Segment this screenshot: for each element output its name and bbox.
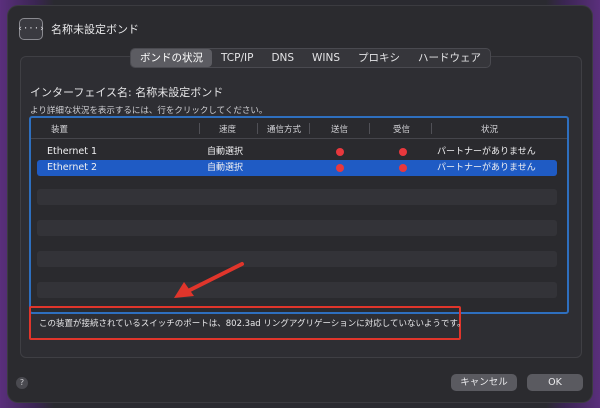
table-header: 装置 速度 通信方式 送信 受信 状況 <box>31 118 567 139</box>
device-name: Ethernet 2 <box>47 162 97 173</box>
tab-proxy[interactable]: プロキシ <box>349 49 409 67</box>
column-divider <box>369 123 370 134</box>
tab-wins[interactable]: WINS <box>303 49 349 67</box>
table-row[interactable]: Ethernet 1 自動選択 パートナーがありません <box>37 144 557 160</box>
table-row-selected[interactable]: Ethernet 2 自動選択 パートナーがありません <box>37 160 557 176</box>
send-indicator-icon <box>336 164 344 172</box>
column-header-duplex[interactable]: 通信方式 <box>267 123 301 135</box>
tab-tcpip[interactable]: TCP/IP <box>212 49 262 67</box>
tab-bar: ボンドの状況 TCP/IP DNS WINS プロキシ ハードウェア <box>130 48 492 68</box>
ok-button[interactable]: OK <box>527 374 583 391</box>
receive-indicator-icon <box>399 164 407 172</box>
notice-highlight: この装置が接続されているスイッチのポートは、802.3ad リングアグリゲーショ… <box>29 306 466 340</box>
help-button[interactable]: ? <box>16 377 28 389</box>
empty-row <box>37 282 557 298</box>
column-header-speed[interactable]: 速度 <box>219 123 236 135</box>
tab-hardware[interactable]: ハードウェア <box>409 49 490 67</box>
interface-name-label: インターフェイス名: 名称未設定ボンド <box>30 86 224 99</box>
receive-indicator-icon <box>399 148 407 156</box>
send-indicator-icon <box>336 148 344 156</box>
column-header-receive[interactable]: 受信 <box>393 123 410 135</box>
column-divider <box>257 123 258 134</box>
column-divider <box>199 123 200 134</box>
column-header-status[interactable]: 状況 <box>481 123 498 135</box>
tab-dns[interactable]: DNS <box>262 49 303 67</box>
status-text: パートナーがありません <box>437 163 536 173</box>
hint-text: より詳細な状況を表示するには、行をクリックしてください。 <box>30 106 268 116</box>
empty-row <box>37 251 557 267</box>
empty-row <box>37 220 557 236</box>
column-divider <box>431 123 432 134</box>
column-divider <box>309 123 310 134</box>
device-name: Ethernet 1 <box>47 146 97 157</box>
network-brackets-icon: ‹···› <box>17 18 45 40</box>
window-title: 名称未設定ボンド <box>51 23 139 36</box>
status-text: パートナーがありません <box>437 147 536 157</box>
lacp-notice-text: この装置が接続されているスイッチのポートは、802.3ad リングアグリゲーショ… <box>39 319 466 329</box>
column-header-device[interactable]: 装置 <box>51 123 68 135</box>
tab-bond-status[interactable]: ボンドの状況 <box>131 49 212 67</box>
speed-value: 自動選択 <box>207 163 244 173</box>
bond-member-table[interactable]: 装置 速度 通信方式 送信 受信 状況 Ethernet 1 自動選択 パートナ… <box>29 116 569 314</box>
empty-row <box>37 189 557 205</box>
annotation-arrow-icon <box>174 262 244 298</box>
speed-value: 自動選択 <box>207 147 244 157</box>
title-bar: ‹···› 名称未設定ボンド <box>8 6 592 46</box>
cancel-button[interactable]: キャンセル <box>451 374 517 391</box>
column-header-send[interactable]: 送信 <box>331 123 348 135</box>
